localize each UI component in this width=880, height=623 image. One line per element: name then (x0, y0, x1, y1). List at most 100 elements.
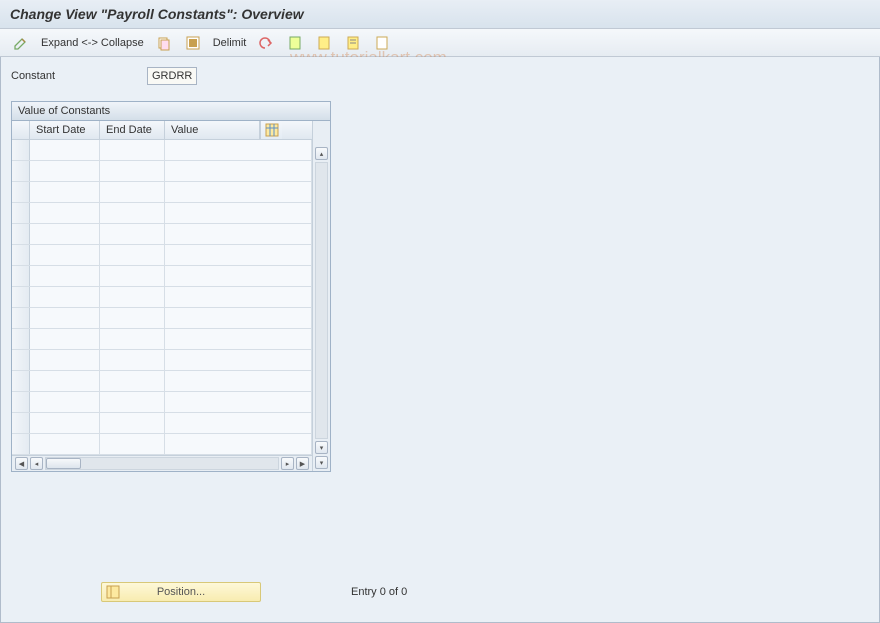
doc2-button[interactable] (311, 32, 337, 54)
cell-start-date[interactable] (30, 392, 100, 412)
row-select-button[interactable] (12, 413, 30, 433)
cell-end-date[interactable] (100, 308, 165, 328)
table-row (12, 161, 312, 182)
cell-end-date[interactable] (100, 140, 165, 160)
scroll-down-button[interactable]: ▾ (315, 441, 328, 454)
entry-status-text: Entry 0 of 0 (351, 586, 407, 598)
position-icon (106, 585, 120, 599)
scroll-left-button[interactable]: ◂ (30, 457, 43, 470)
cell-value[interactable] (165, 161, 312, 181)
column-header-value[interactable]: Value (165, 121, 260, 139)
row-select-button[interactable] (12, 350, 30, 370)
cell-value[interactable] (165, 308, 312, 328)
copy-button[interactable] (151, 32, 177, 54)
cell-start-date[interactable] (30, 350, 100, 370)
hscroll-thumb[interactable] (46, 458, 81, 469)
row-select-button[interactable] (12, 161, 30, 181)
table-row (12, 203, 312, 224)
select-all-icon (185, 35, 201, 51)
cell-start-date[interactable] (30, 287, 100, 307)
row-select-button[interactable] (12, 266, 30, 286)
cell-value[interactable] (165, 329, 312, 349)
cell-value[interactable] (165, 413, 312, 433)
position-button[interactable]: Position... (101, 582, 261, 602)
scroll-right-last-button[interactable]: ▶ (296, 457, 309, 470)
cell-start-date[interactable] (30, 371, 100, 391)
cell-end-date[interactable] (100, 434, 165, 454)
cell-start-date[interactable] (30, 329, 100, 349)
configure-columns-button[interactable] (260, 121, 282, 139)
cell-start-date[interactable] (30, 308, 100, 328)
cell-end-date[interactable] (100, 350, 165, 370)
hscroll-track[interactable] (45, 457, 279, 470)
scroll-right-button[interactable]: ▸ (281, 457, 294, 470)
doc3-button[interactable] (340, 32, 366, 54)
delimit-label[interactable]: Delimit (213, 37, 247, 49)
table-row (12, 350, 312, 371)
doc1-button[interactable] (282, 32, 308, 54)
cell-start-date[interactable] (30, 161, 100, 181)
cell-end-date[interactable] (100, 182, 165, 202)
row-select-button[interactable] (12, 371, 30, 391)
table-row (12, 266, 312, 287)
expand-collapse-label[interactable]: Expand <-> Collapse (41, 37, 144, 49)
cell-value[interactable] (165, 392, 312, 412)
cell-value[interactable] (165, 350, 312, 370)
cell-end-date[interactable] (100, 161, 165, 181)
column-header-end-date[interactable]: End Date (100, 121, 165, 139)
cell-value[interactable] (165, 224, 312, 244)
vscroll-track[interactable] (315, 162, 328, 439)
page-icon (345, 35, 361, 51)
value-of-constants-panel: Value of Constants Start Date End Date V… (11, 101, 331, 472)
select-all-button[interactable] (180, 32, 206, 54)
cell-end-date[interactable] (100, 413, 165, 433)
table-settings-icon (265, 123, 279, 137)
cell-value[interactable] (165, 266, 312, 286)
cell-end-date[interactable] (100, 266, 165, 286)
scroll-left-first-button[interactable]: ◀ (15, 457, 28, 470)
scroll-down-last-button[interactable]: ▾ (315, 456, 328, 469)
row-select-button[interactable] (12, 182, 30, 202)
row-select-button[interactable] (12, 245, 30, 265)
cell-start-date[interactable] (30, 224, 100, 244)
row-select-button[interactable] (12, 329, 30, 349)
cell-start-date[interactable] (30, 182, 100, 202)
cell-end-date[interactable] (100, 245, 165, 265)
cell-start-date[interactable] (30, 413, 100, 433)
cell-end-date[interactable] (100, 371, 165, 391)
doc4-button[interactable] (369, 32, 395, 54)
cell-value[interactable] (165, 140, 312, 160)
row-select-button[interactable] (12, 140, 30, 160)
scroll-up-button[interactable]: ▴ (315, 147, 328, 160)
row-select-button[interactable] (12, 308, 30, 328)
cell-end-date[interactable] (100, 392, 165, 412)
cell-end-date[interactable] (100, 329, 165, 349)
row-select-button[interactable] (12, 392, 30, 412)
cell-start-date[interactable] (30, 434, 100, 454)
row-select-button[interactable] (12, 434, 30, 454)
change-button[interactable] (8, 32, 34, 54)
cell-start-date[interactable] (30, 203, 100, 223)
cell-value[interactable] (165, 245, 312, 265)
undo-button[interactable] (253, 32, 279, 54)
cell-value[interactable] (165, 287, 312, 307)
row-select-button[interactable] (12, 287, 30, 307)
cell-value[interactable] (165, 434, 312, 454)
cell-start-date[interactable] (30, 266, 100, 286)
page-outline-icon (374, 35, 390, 51)
cell-value[interactable] (165, 182, 312, 202)
cell-start-date[interactable] (30, 245, 100, 265)
select-all-header[interactable] (12, 121, 30, 139)
cell-value[interactable] (165, 371, 312, 391)
constant-input[interactable] (147, 67, 197, 85)
cell-end-date[interactable] (100, 203, 165, 223)
row-select-button[interactable] (12, 203, 30, 223)
row-select-button[interactable] (12, 224, 30, 244)
table-row (12, 434, 312, 455)
cell-end-date[interactable] (100, 224, 165, 244)
cell-value[interactable] (165, 203, 312, 223)
cell-start-date[interactable] (30, 140, 100, 160)
table-row (12, 413, 312, 434)
cell-end-date[interactable] (100, 287, 165, 307)
column-header-start-date[interactable]: Start Date (30, 121, 100, 139)
